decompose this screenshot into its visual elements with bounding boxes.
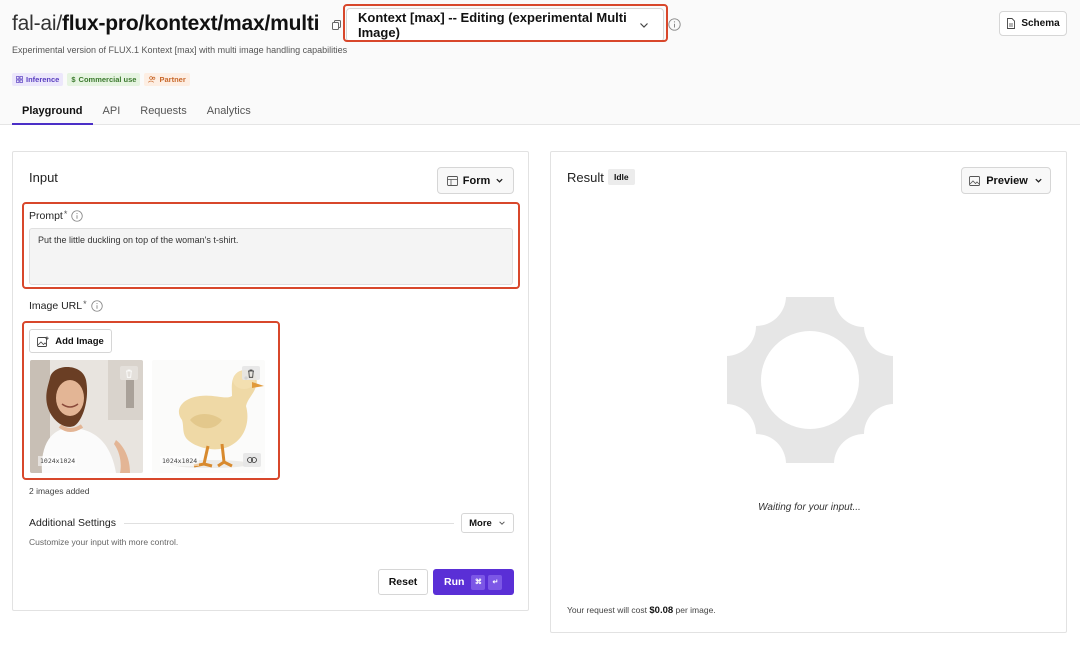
chevron-down-icon: [1035, 178, 1042, 183]
page-header: fal-ai/ flux-pro/kontext/max/multi Konte…: [0, 0, 1080, 125]
badge-commercial: $ Commercial use: [67, 73, 141, 86]
settings-hint: Customize your input with more control.: [29, 537, 179, 547]
info-icon[interactable]: [90, 300, 103, 312]
badge-inference: Inference: [12, 73, 64, 86]
grid-icon: [16, 76, 23, 83]
form-mode-button[interactable]: Form: [437, 167, 514, 194]
tab-api[interactable]: API: [93, 98, 131, 125]
badge-partner-label: Partner: [159, 75, 186, 84]
schema-button[interactable]: Schema: [999, 11, 1067, 36]
image-thumbnail-woman[interactable]: 1024x1024: [30, 360, 143, 473]
title-main: flux-pro/kontext/max/multi: [61, 12, 320, 35]
prompt-label-text: Prompt: [29, 210, 63, 222]
title-prefix: fal-ai/: [12, 12, 62, 35]
image-size-label: 1024x1024: [38, 456, 78, 466]
required-marker: *: [83, 299, 87, 309]
tab-requests[interactable]: Requests: [130, 98, 196, 125]
run-button[interactable]: Run ⌘ ↵: [433, 569, 514, 595]
variant-select-value: Kontext [max] -- Editing (experimental M…: [358, 10, 627, 40]
badge-inference-label: Inference: [26, 75, 60, 84]
result-panel: Result Idle Preview Waiting for your inp…: [550, 151, 1067, 633]
add-image-button[interactable]: Add Image: [29, 329, 112, 353]
dollar-icon: $: [71, 75, 76, 84]
chevron-down-icon: [499, 521, 505, 525]
tab-analytics[interactable]: Analytics: [197, 98, 261, 125]
badge-list: Inference $ Commercial use Partner: [12, 73, 190, 86]
required-marker: *: [63, 209, 68, 219]
chevron-down-icon: [496, 178, 503, 183]
prompt-input[interactable]: Put the little duckling on top of the wo…: [29, 228, 513, 285]
enter-key-icon: ↵: [488, 574, 503, 590]
copy-icon[interactable]: [331, 18, 343, 30]
waiting-message: Waiting for your input...: [758, 502, 861, 513]
document-icon: [1007, 18, 1016, 29]
chevron-down-icon: [640, 23, 648, 28]
info-icon[interactable]: [71, 210, 84, 222]
delete-icon[interactable]: [120, 366, 138, 380]
add-image-label: Add Image: [55, 335, 104, 347]
image-add-icon: [37, 336, 49, 347]
image-icon: [969, 175, 981, 186]
result-title: Result: [567, 170, 604, 185]
image-url-label: Image URL *: [29, 299, 103, 312]
more-settings-button[interactable]: More: [461, 513, 514, 533]
cost-value: $0.08: [649, 605, 674, 616]
tab-playground[interactable]: Playground: [12, 98, 93, 125]
images-added-count: 2 images added: [29, 486, 90, 496]
preview-label: Preview: [986, 174, 1028, 187]
schema-label: Schema: [1021, 18, 1060, 29]
model-title: fal-ai/ flux-pro/kontext/max/multi: [12, 12, 343, 36]
more-label: More: [469, 517, 492, 529]
reset-button[interactable]: Reset: [378, 569, 428, 595]
link-icon[interactable]: [243, 453, 261, 467]
users-icon: [148, 76, 156, 83]
run-label: Run: [444, 576, 465, 588]
input-title: Input: [29, 170, 58, 185]
model-description: Experimental version of FLUX.1 Kontext […: [12, 45, 348, 55]
prompt-label: Prompt *: [29, 209, 84, 222]
variant-select[interactable]: Kontext [max] -- Editing (experimental M…: [346, 8, 664, 42]
tab-bar: Playground API Requests Analytics: [12, 98, 261, 125]
delete-icon[interactable]: [242, 366, 260, 380]
info-icon[interactable]: [668, 18, 681, 31]
cost-notice: Your request will cost $0.08 per image.: [567, 605, 716, 616]
image-url-label-text: Image URL: [29, 300, 83, 312]
table-icon: [446, 175, 458, 186]
input-panel: Input Form Prompt * Put the little duckli…: [12, 151, 529, 611]
command-key-icon: ⌘: [471, 574, 486, 590]
form-mode-label: Form: [462, 174, 491, 187]
badge-commercial-label: Commercial use: [78, 75, 137, 84]
cost-prefix: Your request will cost: [567, 605, 650, 615]
badge-partner: Partner: [144, 73, 190, 86]
divider: [124, 523, 454, 524]
additional-settings-label: Additional Settings: [29, 517, 116, 529]
fal-logo-placeholder-icon: [727, 297, 893, 463]
cost-suffix: per image.: [673, 605, 716, 615]
preview-button[interactable]: Preview: [961, 167, 1051, 194]
image-thumbnail-duckling[interactable]: 1024x1024: [152, 360, 265, 473]
status-badge: Idle: [608, 169, 635, 185]
image-size-label: 1024x1024: [160, 456, 200, 466]
